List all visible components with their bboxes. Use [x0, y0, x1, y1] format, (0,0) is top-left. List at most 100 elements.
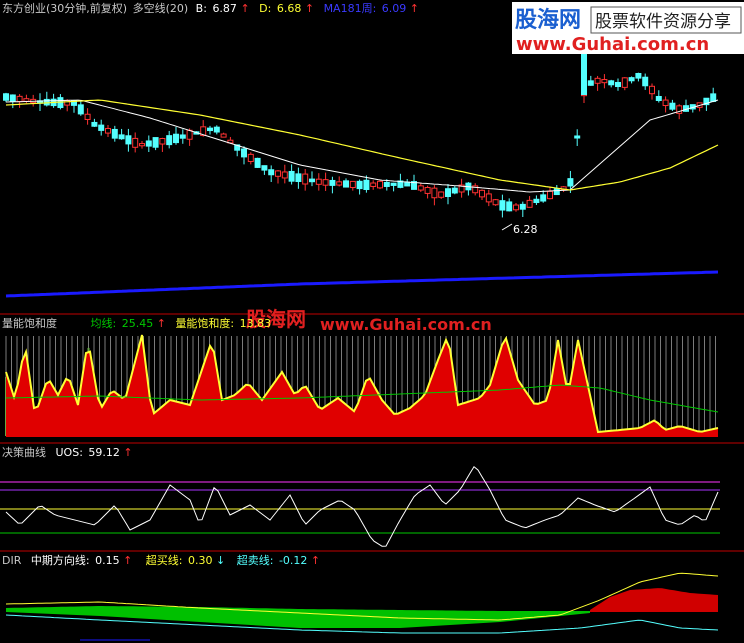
candle-body	[404, 181, 411, 187]
low-price-marker: 6.28	[501, 223, 538, 236]
logo-url: www.Guhai.com.cn	[516, 34, 709, 55]
candle-body	[547, 190, 553, 200]
candle-body	[207, 127, 213, 132]
ma-value: 6.09	[382, 2, 407, 15]
dir-green-area	[6, 606, 590, 628]
avg-value: 25.45	[122, 317, 154, 330]
candle-body	[105, 127, 111, 134]
ma-line-white	[5, 99, 719, 193]
candle-body	[451, 187, 458, 194]
candle-body	[281, 171, 288, 179]
candle-body	[370, 182, 377, 187]
sat-label: 量能饱和度:	[175, 316, 234, 330]
candle-body	[329, 179, 336, 186]
panel3-legend: 决策曲线 UOS: 59.12 ↑	[2, 445, 133, 459]
candle-body	[302, 173, 309, 185]
panel4-legend: DIR 中期方向线: 0.15 ↑ 超买线: 0.30 ↓ 超卖线: -0.12…	[2, 553, 320, 567]
candle-body	[139, 143, 145, 147]
up-arrow-icon: ↑	[123, 446, 132, 459]
up-arrow-icon: ↑	[410, 2, 419, 15]
avg-label: 均线:	[91, 316, 117, 330]
mid-watermark-url: www.Guhai.com.cn	[320, 315, 492, 334]
oversell-label: 超卖线:	[237, 553, 274, 567]
candle-body	[608, 80, 615, 86]
candle-body	[649, 85, 655, 95]
candle-body	[485, 193, 492, 203]
uos-curve	[5, 465, 719, 547]
candle-body	[533, 198, 540, 204]
candle-body	[77, 104, 84, 115]
candle-body	[268, 169, 275, 176]
candle-body	[315, 178, 322, 185]
candle-body	[601, 79, 608, 84]
candle-body	[669, 102, 676, 110]
candle-body	[132, 137, 139, 148]
logo-text: 股海网	[515, 7, 581, 33]
watermark-logo: 股海网 股票软件资源分享 www.Guhai.com.cn	[512, 2, 744, 55]
candle-body	[356, 180, 363, 190]
candle-body	[84, 113, 91, 120]
candle-body	[424, 186, 431, 194]
b-value: 6.87	[212, 2, 237, 15]
candle-body	[363, 179, 370, 191]
candle-body	[179, 134, 186, 139]
low-price-label: 6.28	[513, 223, 538, 236]
panel2-legend: 量能饱和度 均线: 25.45 ↑ 量能饱和度: 13.83	[2, 316, 271, 330]
candle-body	[574, 135, 581, 139]
candle-body	[499, 200, 506, 211]
overbuy-value: 0.30	[188, 554, 213, 567]
candle-body	[322, 179, 329, 186]
candle-body	[254, 157, 261, 168]
candle-body	[553, 188, 560, 196]
candle-body	[492, 199, 499, 206]
indicator-name: 多空线(20)	[133, 1, 189, 15]
oversell-value: -0.12	[279, 554, 307, 567]
candle-body	[587, 80, 594, 86]
panel4-name: DIR	[2, 554, 22, 567]
header-legend: 东方创业(30分钟,前复权) 多空线(20) B: 6.87 ↑ D: 6.68…	[2, 1, 419, 15]
candle-body	[213, 126, 220, 133]
candle-body	[186, 129, 193, 140]
candle-body	[261, 165, 268, 171]
candle-body	[662, 99, 669, 107]
sat-value: 13.83	[240, 317, 272, 330]
candle-body	[336, 181, 343, 186]
panel3-name: 决策曲线	[2, 445, 46, 459]
candle-body	[438, 191, 445, 198]
candle-body	[642, 76, 649, 87]
candle-body	[615, 81, 621, 88]
candle-body	[628, 77, 635, 82]
d-value: 6.68	[277, 2, 302, 15]
candle-body	[349, 180, 356, 189]
ma-label: MA181周:	[324, 2, 377, 15]
candle-body	[91, 121, 98, 127]
candle-body	[145, 140, 152, 147]
candle-body	[479, 189, 485, 198]
candle-body	[445, 188, 451, 197]
dir-red-area	[590, 588, 718, 612]
candle-body	[567, 178, 574, 187]
candle-body	[118, 134, 125, 140]
overbuy-label: 超买线:	[146, 553, 183, 567]
stock-chart[interactable]: 6.28 东方创业(30分钟,前复权) 多空线(20) B: 6.87 ↑ D:…	[0, 0, 744, 643]
candle-body	[526, 199, 533, 208]
candle-body	[710, 93, 717, 102]
candle-body	[152, 137, 159, 148]
panel2-name: 量能饱和度	[2, 316, 57, 330]
mid-dir-label: 中期方向线:	[31, 553, 90, 567]
candle-body	[540, 194, 547, 202]
candle-body	[111, 128, 118, 139]
up-arrow-icon: ↑	[311, 554, 320, 567]
candle-body	[166, 135, 173, 146]
candle-body	[23, 98, 30, 102]
up-arrow-icon: ↑	[240, 2, 249, 15]
candle-body	[9, 94, 16, 102]
candle-body	[594, 77, 601, 84]
candle-body	[377, 180, 383, 189]
stock-title: 东方创业(30分钟,前复权)	[2, 1, 127, 15]
down-arrow-icon: ↓	[216, 554, 225, 567]
uos-value: 59.12	[88, 446, 120, 459]
candle-body	[275, 170, 281, 177]
uos-label: UOS:	[56, 446, 83, 459]
up-arrow-icon: ↑	[123, 554, 132, 567]
